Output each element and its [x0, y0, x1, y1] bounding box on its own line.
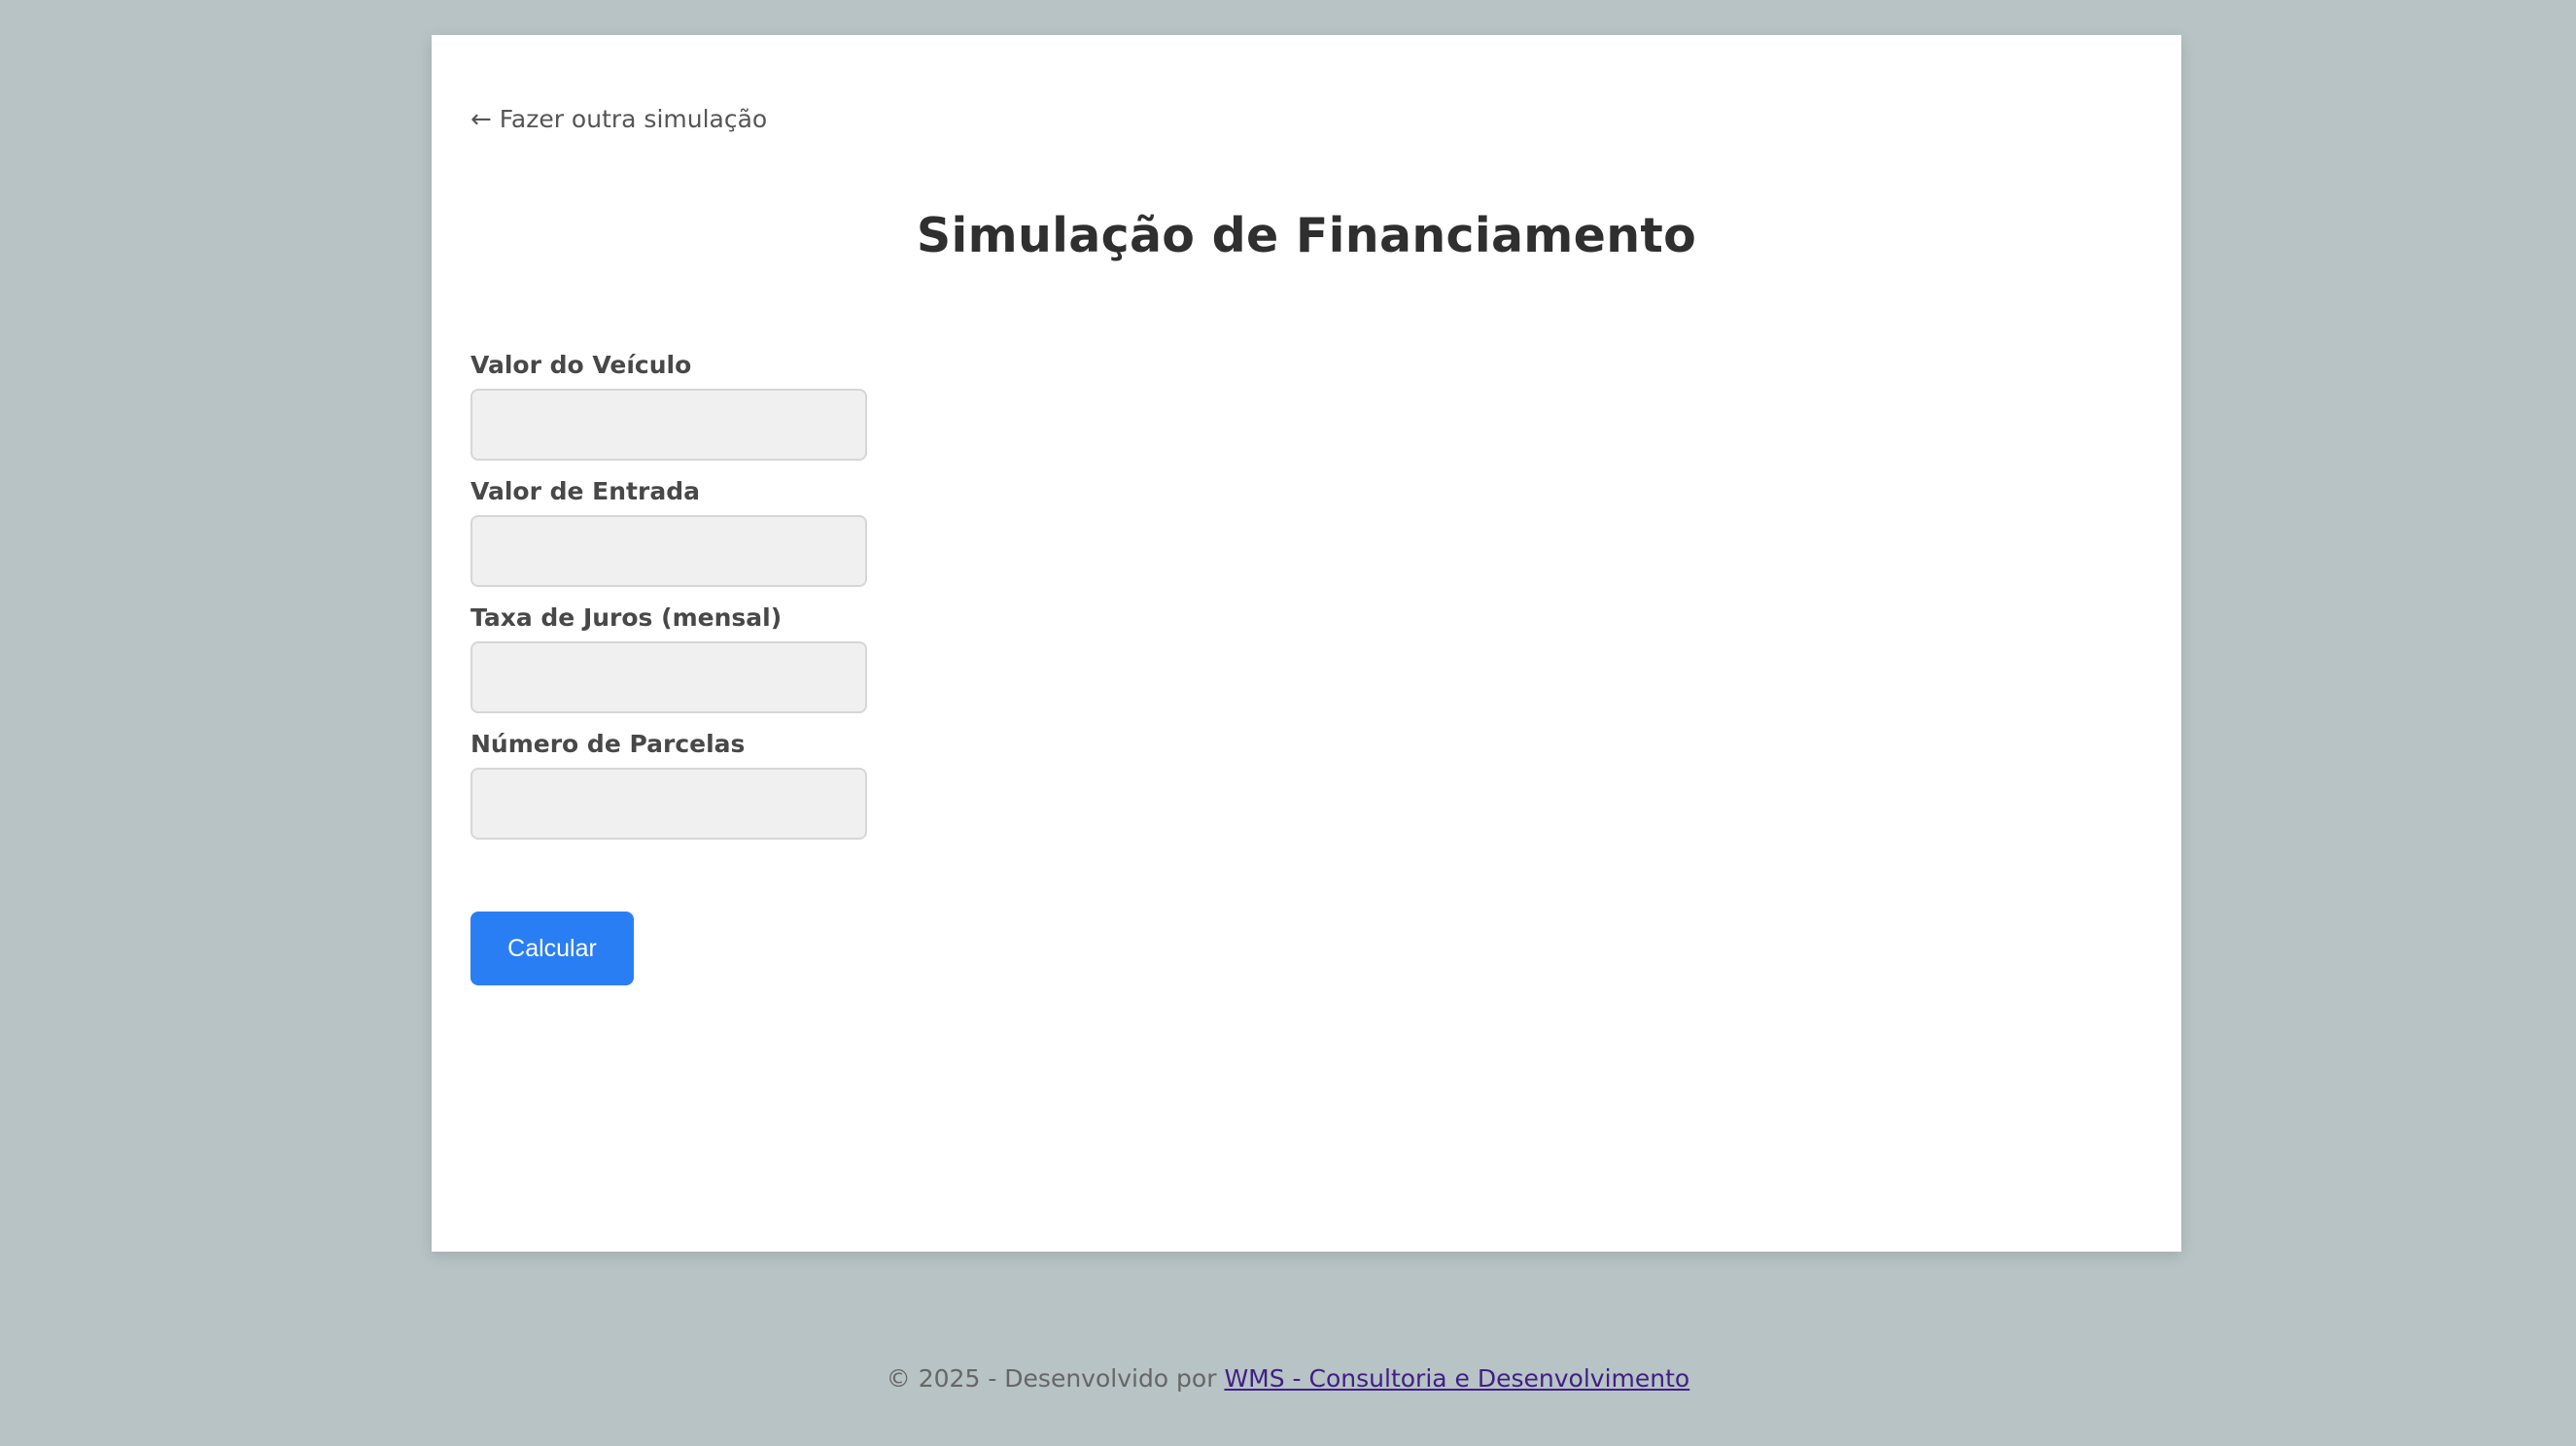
interest-rate-field: Taxa de Juros (mensal): [470, 599, 867, 725]
vehicle-value-input[interactable]: [470, 389, 867, 461]
interest-rate-label: Taxa de Juros (mensal): [470, 603, 783, 632]
down-payment-input[interactable]: [470, 515, 867, 587]
down-payment-label: Valor de Entrada: [470, 477, 700, 505]
simulation-card: ← Fazer outra simulação Simulação de Fin…: [432, 35, 2181, 1252]
footer-copyright: © 2025 - Desenvolvido por: [886, 1364, 1225, 1393]
installments-input[interactable]: [470, 768, 867, 840]
down-payment-field: Valor de Entrada: [470, 472, 867, 599]
back-link-label: Fazer outra simulação: [499, 105, 768, 133]
arrow-left-icon: ←: [470, 104, 492, 134]
footer: © 2025 - Desenvolvido por WMS - Consulto…: [0, 1364, 2576, 1393]
vehicle-value-field: Valor do Veículo: [470, 346, 867, 472]
vehicle-value-label: Valor do Veículo: [470, 351, 692, 379]
installments-label: Número de Parcelas: [470, 730, 746, 758]
page-title: Simulação de Financiamento: [916, 208, 1697, 263]
financing-form: Valor do Veículo Valor de Entrada Taxa d…: [470, 346, 867, 851]
interest-rate-input[interactable]: [470, 641, 867, 713]
calculate-button[interactable]: Calcular: [470, 912, 634, 985]
footer-company-link[interactable]: WMS - Consultoria e Desenvolvimento: [1224, 1364, 1689, 1393]
installments-field: Número de Parcelas: [470, 725, 867, 851]
back-link[interactable]: ← Fazer outra simulação: [470, 105, 767, 133]
